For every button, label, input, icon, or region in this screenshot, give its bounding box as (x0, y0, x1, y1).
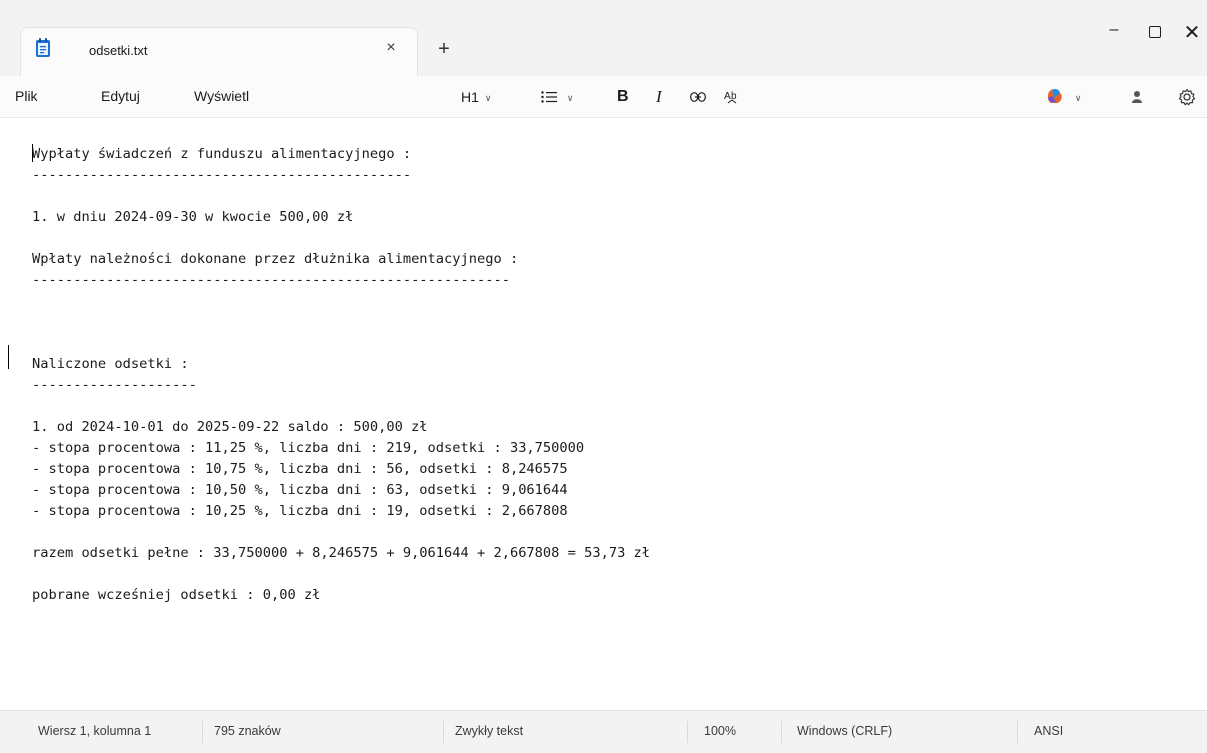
text-line: ----------------------------------------… (32, 272, 510, 288)
menu-edytuj[interactable]: Edytuj (101, 88, 140, 104)
chevron-down-icon: ∨ (1074, 93, 1082, 103)
text-line (32, 291, 1192, 312)
copilot-button[interactable]: ∨ (1045, 84, 1081, 110)
text-line (32, 186, 1192, 207)
close-tab-button[interactable]: × (380, 37, 402, 59)
bold-button[interactable]: B (617, 84, 629, 110)
text-line: 1. w dniu 2024-09-30 w kwocie 500,00 zł (32, 209, 354, 225)
list-dropdown[interactable]: ∨ (541, 84, 573, 110)
status-separator (1017, 721, 1018, 743)
text-line: - stopa procentowa : 11,25 %, liczba dni… (32, 440, 585, 456)
copilot-icon (1045, 89, 1069, 105)
text-line: - stopa procentowa : 10,75 %, liczba dni… (32, 461, 568, 477)
text-line: razem odsetki pełne : 33,750000 + 8,2465… (32, 545, 651, 561)
gear-icon (1178, 88, 1196, 106)
menu-bar: Plik Edytuj Wyświetl H1 ∨ ∨ B I A b ∨ (0, 76, 1207, 118)
spellcheck-icon: A b (724, 89, 742, 105)
status-line-endings: Windows (CRLF) (797, 724, 893, 738)
bulleted-list-icon (541, 89, 561, 105)
text-line (32, 522, 1192, 543)
chevron-down-icon: ∨ (484, 93, 492, 103)
text-line: pobrane wcześniej odsetki : 0,00 zł (32, 587, 321, 603)
status-zoom[interactable]: 100% (704, 724, 736, 738)
account-icon (1131, 89, 1143, 105)
text-line (32, 564, 1192, 585)
link-icon (690, 89, 706, 105)
chevron-down-icon: ∨ (566, 93, 574, 103)
text-line (32, 312, 1192, 333)
spellcheck-button[interactable]: A b (724, 84, 742, 110)
menu-wyswietl[interactable]: Wyświetl (194, 88, 249, 104)
status-separator (687, 721, 688, 743)
settings-button[interactable] (1178, 84, 1196, 110)
heading-dropdown[interactable]: H1 ∨ (461, 84, 492, 110)
status-separator (781, 721, 782, 743)
text-line: 1. od 2024-10-01 do 2025-09-22 saldo : 5… (32, 419, 428, 435)
link-button[interactable] (690, 84, 706, 110)
heading-label: H1 (461, 89, 479, 105)
tab-odsetki[interactable]: odsetki.txt × (20, 27, 418, 76)
minimize-button[interactable]: – (1091, 22, 1137, 44)
title-bar: odsetki.txt × + – ✕ (0, 0, 1207, 76)
edge-mark (8, 345, 9, 369)
text-line: Wpłaty należności dokonane przez dłużnik… (32, 251, 519, 267)
tab-title: odsetki.txt (89, 43, 148, 58)
account-button[interactable] (1131, 84, 1143, 110)
italic-button[interactable]: I (656, 84, 662, 110)
text-line (32, 228, 1192, 249)
close-window-button[interactable]: ✕ (1169, 22, 1207, 44)
status-separator (443, 721, 444, 743)
text-line: -------------------- (32, 377, 197, 393)
text-line: Wypłaty świadczeń z funduszu alimentacyj… (32, 146, 412, 162)
menu-plik[interactable]: Plik (15, 88, 38, 104)
text-line: - stopa procentowa : 10,50 %, liczba dni… (32, 482, 568, 498)
text-line: Naliczone odsetki : (32, 356, 189, 372)
status-bar: Wiersz 1, kolumna 1 795 znaków Zwykły te… (0, 710, 1207, 753)
text-line: - stopa procentowa : 10,25 %, liczba dni… (32, 503, 568, 519)
status-char-count: 795 znaków (214, 724, 281, 738)
new-tab-button[interactable]: + (431, 36, 457, 62)
status-format[interactable]: Zwykły tekst (455, 724, 523, 738)
status-encoding: ANSI (1034, 724, 1064, 738)
text-line (32, 396, 1192, 417)
svg-text:A: A (724, 91, 731, 102)
text-editor[interactable]: Wypłaty świadczeń z funduszu alimentacyj… (0, 118, 1207, 710)
status-separator (202, 721, 203, 743)
text-line (32, 333, 1192, 354)
document-text[interactable]: Wypłaty świadczeń z funduszu alimentacyj… (32, 144, 1192, 606)
text-line: ----------------------------------------… (32, 167, 412, 183)
status-position: Wiersz 1, kolumna 1 (38, 724, 152, 738)
notepad-icon (35, 38, 51, 58)
